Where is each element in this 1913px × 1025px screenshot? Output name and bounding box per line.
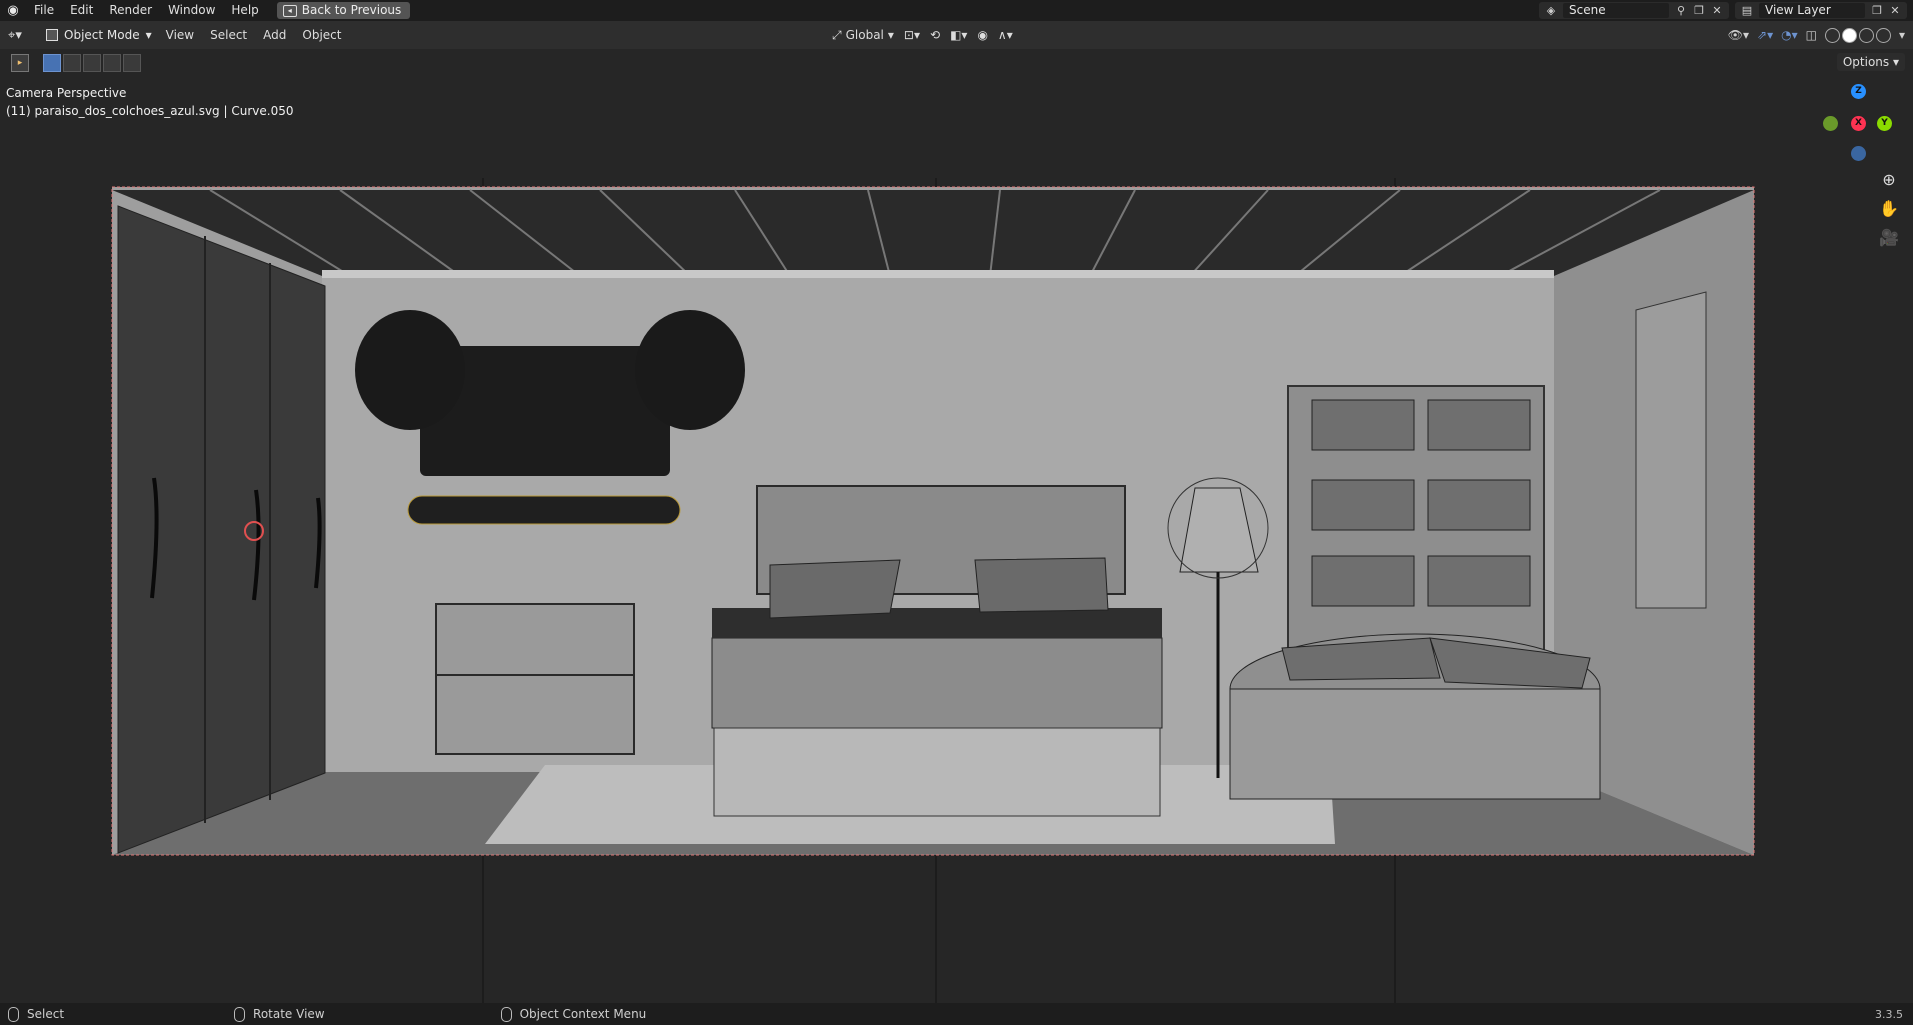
axis-y-ball[interactable]: Y [1877, 116, 1892, 131]
shading-modes [1824, 27, 1891, 43]
invert-selection-icon[interactable] [103, 54, 121, 72]
proportional-edit-icon[interactable]: ◉ [977, 28, 987, 42]
chevron-down-icon: ▾ [145, 28, 152, 42]
cherub-left [355, 310, 465, 430]
screen-back-icon: ◂ [282, 4, 297, 17]
bed-mattress [711, 637, 1163, 729]
selection-modes [43, 54, 141, 72]
viewport-right-tools: 👁▾ ⇗▾ ◔▾ ◫ ▾ [1728, 21, 1905, 49]
xray-icon[interactable]: ◫ [1806, 28, 1817, 42]
axis-z-ball[interactable]: Z [1851, 84, 1866, 99]
view-layer-selector[interactable]: ▤ View Layer ❐ ✕ [1735, 2, 1907, 19]
visibility-icon[interactable]: 👁▾ [1728, 28, 1749, 42]
3d-viewport[interactable] [0, 78, 1913, 1003]
menu-edit[interactable]: Edit [62, 0, 101, 21]
menu-help[interactable]: Help [223, 0, 266, 21]
status-bar: Select Rotate View Object Context Menu 3… [0, 1003, 1913, 1025]
new-scene-icon[interactable]: ❐ [1693, 4, 1705, 17]
axis-neg-y-ball[interactable] [1823, 116, 1838, 131]
mouse-middle-icon [234, 1006, 246, 1022]
mouse-left-icon [8, 1006, 19, 1022]
chevron-down-icon: ▾ [887, 28, 894, 42]
cherub-right [635, 310, 745, 430]
object-info: (11) paraiso_dos_colchoes_azul.svg | Cur… [6, 104, 294, 118]
round-pouf-body [1229, 688, 1601, 800]
scene-name-field[interactable]: Scene [1563, 3, 1669, 18]
intersect-selection-icon[interactable] [123, 54, 141, 72]
nightstand [435, 603, 635, 755]
view-layer-name-field[interactable]: View Layer [1759, 3, 1865, 18]
shading-options-icon[interactable]: ▾ [1899, 28, 1905, 42]
subtract-selection-icon[interactable] [83, 54, 101, 72]
status-rotate: Rotate View [234, 1006, 325, 1022]
object-mode-icon [46, 29, 58, 41]
wireframe-shading-icon[interactable] [1824, 27, 1840, 43]
wardrobe [117, 205, 326, 854]
falloff-icon[interactable]: ∧▾ [998, 28, 1013, 42]
back-to-previous-button[interactable]: ◂ Back to Previous [276, 2, 411, 19]
rendered-shading-icon[interactable] [1875, 27, 1891, 43]
sign-plaque [407, 495, 681, 525]
status-context-label: Object Context Menu [519, 1007, 647, 1021]
overlays-icon[interactable]: ◔▾ [1781, 28, 1798, 42]
delete-scene-icon[interactable]: ✕ [1711, 4, 1723, 17]
status-rotate-label: Rotate View [253, 1007, 325, 1021]
axis-x-ball[interactable]: X [1851, 116, 1866, 131]
pan-hand-icon[interactable]: ✋ [1877, 197, 1901, 221]
menu-select[interactable]: Select [202, 21, 255, 49]
top-right-selectors: ◈ Scene ⚲ ❐ ✕ ▤ View Layer ❐ ✕ [1539, 0, 1913, 21]
pivot-point-icon[interactable]: ⊡▾ [904, 28, 920, 42]
new-view-layer-icon[interactable]: ❐ [1871, 4, 1883, 17]
status-context-menu: Object Context Menu [500, 1006, 647, 1022]
status-select: Select [8, 1006, 65, 1022]
view-name: Camera Perspective [6, 86, 127, 100]
transform-tools: ⤢ Global ▾ ⊡▾ ⟲ ◧▾ ◉ ∧▾ [832, 21, 1013, 49]
solid-shading-icon[interactable] [1841, 27, 1857, 43]
transform-orientation-dropdown[interactable]: ⤢ Global ▾ [832, 28, 894, 43]
blender-logo-icon[interactable]: ◉ [0, 0, 26, 21]
menu-add[interactable]: Add [255, 21, 294, 49]
menu-object[interactable]: Object [294, 21, 349, 49]
wall-mirror [1635, 291, 1707, 609]
orientation-icon: ⤢ [832, 27, 842, 42]
camera-view-icon[interactable]: 🎥 [1877, 226, 1901, 250]
back-to-previous-label: Back to Previous [301, 3, 402, 17]
options-label: Options [1842, 55, 1890, 69]
top-bar: ◉ File Edit Render Window Help ◂ Back to… [0, 0, 1913, 21]
options-dropdown[interactable]: Options ▾ [1836, 53, 1905, 71]
axis-neg-z-ball[interactable] [1851, 146, 1866, 161]
bed-base [713, 727, 1161, 817]
select-tool-icon[interactable]: ▸ [11, 54, 29, 72]
viewport-info: Camera Perspective (11) paraiso_dos_colc… [6, 84, 293, 120]
snap-target-icon[interactable]: ◧▾ [950, 28, 967, 42]
menu-window[interactable]: Window [160, 0, 223, 21]
snap-icon[interactable]: ⟲ [930, 28, 940, 42]
menu-file[interactable]: File [26, 0, 62, 21]
zoom-icon[interactable]: ⊕ [1877, 168, 1901, 192]
status-select-label: Select [27, 1007, 65, 1021]
view-layer-icon: ▤ [1741, 3, 1753, 17]
pin-icon[interactable]: ⚲ [1675, 4, 1687, 17]
navigation-gizmo[interactable]: Z X Y [1823, 82, 1893, 162]
menu-render[interactable]: Render [101, 0, 160, 21]
mode-dropdown[interactable]: Object Mode ▾ [40, 25, 158, 45]
extend-selection-icon[interactable] [63, 54, 81, 72]
ceiling-trim [322, 270, 1554, 278]
mouse-right-icon [500, 1006, 512, 1022]
version-label: 3.3.5 [1875, 1007, 1903, 1021]
gizmo-toggle-icon[interactable]: ⇗▾ [1757, 28, 1773, 42]
scene-icon: ◈ [1546, 3, 1556, 17]
editor-type-icon[interactable]: ⌖▾ [8, 28, 34, 43]
delete-view-layer-icon[interactable]: ✕ [1889, 4, 1901, 17]
menu-view[interactable]: View [158, 21, 202, 49]
set-selection-icon[interactable] [43, 54, 61, 72]
mode-label: Object Mode [64, 28, 140, 42]
tool-settings-bar: ▸ [0, 49, 1913, 77]
scene-selector[interactable]: ◈ Scene ⚲ ❐ ✕ [1539, 2, 1729, 19]
material-shading-icon[interactable] [1858, 27, 1874, 43]
orientation-label: Global [845, 28, 884, 42]
scene-render [111, 178, 1755, 1003]
